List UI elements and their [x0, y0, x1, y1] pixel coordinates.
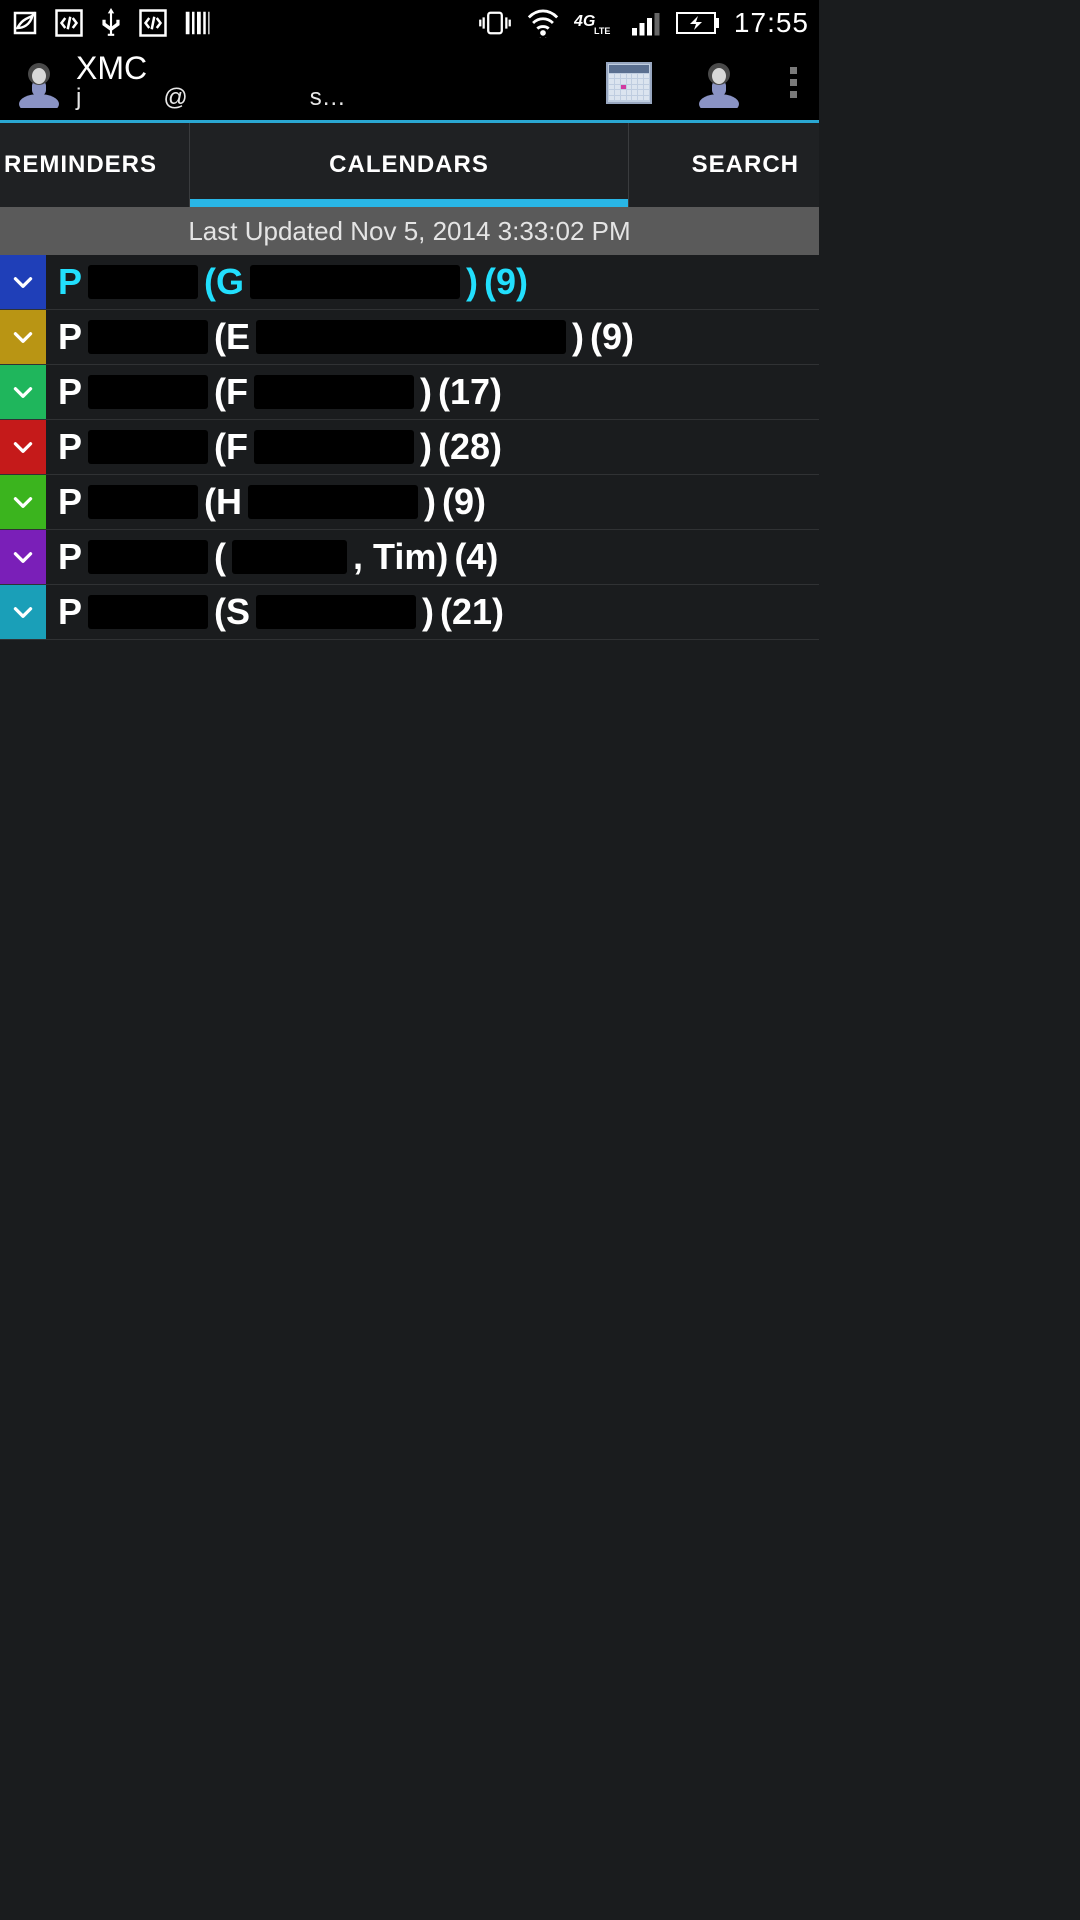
chevron-down-icon[interactable]	[0, 365, 46, 419]
chevron-down-icon[interactable]	[0, 310, 46, 364]
network-4g-lte-icon: 4GLTE	[574, 8, 618, 38]
chevron-down-icon[interactable]	[0, 255, 46, 309]
calendar-list: P(G) (9)P(E) (9)P(F) (17)P(F) (28)P(H) (…	[0, 255, 819, 640]
calendar-label: P(H) (9)	[46, 475, 819, 529]
wifi-icon	[526, 8, 560, 38]
action-bar: XMC j @ s…	[0, 45, 819, 123]
calendar-row[interactable]: P(G) (9)	[0, 255, 819, 310]
calendar-label: P(S) (21)	[46, 585, 819, 639]
chevron-down-icon[interactable]	[0, 420, 46, 474]
tab-search[interactable]: SEARCH	[629, 123, 819, 207]
calendar-label: P(F) (17)	[46, 365, 819, 419]
overflow-menu-icon[interactable]	[786, 63, 801, 102]
tab-label: REMINDERS	[4, 151, 157, 179]
calendar-label: P(, Tim) (4)	[46, 530, 819, 584]
battery-charging-icon	[676, 11, 720, 35]
calendar-label: P(E) (9)	[46, 310, 819, 364]
chevron-down-icon[interactable]	[0, 585, 46, 639]
svg-text:LTE: LTE	[594, 26, 610, 36]
tab-reminders[interactable]: REMINDERS	[0, 123, 190, 207]
status-bar: 4GLTE 17:55	[0, 0, 819, 45]
tab-label: SEARCH	[692, 151, 799, 179]
calendar-row[interactable]: P(E) (9)	[0, 310, 819, 365]
title-block[interactable]: XMC j @ s…	[64, 52, 606, 113]
calendar-row[interactable]: P(, Tim) (4)	[0, 530, 819, 585]
contact-avatar-icon[interactable]	[694, 58, 744, 108]
tab-label: CALENDARS	[329, 151, 489, 179]
vibrate-icon	[478, 8, 512, 38]
usb-icon	[98, 8, 124, 38]
calendar-row[interactable]: P(H) (9)	[0, 475, 819, 530]
calendar-row[interactable]: P(S) (21)	[0, 585, 819, 640]
last-updated-label: Last Updated Nov 5, 2014 3:33:02 PM	[0, 207, 819, 255]
tab-bar: REMINDERS CALENDARS SEARCH	[0, 123, 819, 207]
code-icon	[54, 8, 84, 38]
account-avatar-icon[interactable]	[14, 58, 64, 108]
calendar-label: P(F) (28)	[46, 420, 819, 474]
svg-text:4G: 4G	[574, 13, 595, 30]
account-subtitle: j @ s…	[76, 84, 606, 113]
calendar-icon[interactable]	[606, 62, 652, 104]
code-icon-2	[138, 8, 168, 38]
calendar-row[interactable]: P(F) (28)	[0, 420, 819, 475]
barcode-icon	[182, 8, 212, 38]
signal-icon	[632, 10, 662, 36]
calendar-row[interactable]: P(F) (17)	[0, 365, 819, 420]
chevron-down-icon[interactable]	[0, 530, 46, 584]
leaf-icon	[10, 8, 40, 38]
calendar-label: P(G) (9)	[46, 255, 819, 309]
status-clock: 17:55	[734, 7, 809, 39]
app-title: XMC	[76, 52, 606, 84]
tab-calendars[interactable]: CALENDARS	[190, 123, 629, 207]
chevron-down-icon[interactable]	[0, 475, 46, 529]
